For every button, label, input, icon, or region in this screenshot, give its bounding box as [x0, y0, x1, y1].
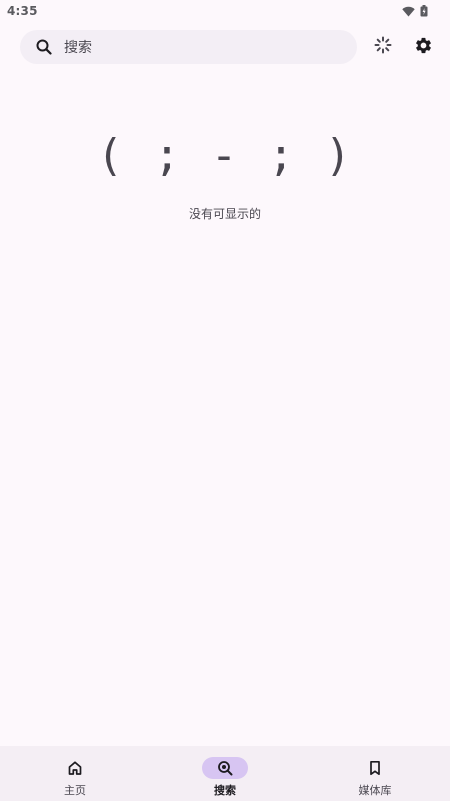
status-bar: 4:35 — [0, 0, 450, 22]
nav-label-home: 主页 — [64, 784, 86, 797]
home-icon — [52, 757, 98, 779]
wifi-icon — [402, 2, 415, 21]
search-bar[interactable]: 搜索 — [20, 30, 357, 64]
search-icon — [35, 38, 53, 56]
search-input[interactable]: 搜索 — [64, 37, 92, 57]
search-tab-icon — [202, 757, 248, 779]
loading-spinner-icon — [374, 36, 392, 58]
nav-item-home[interactable]: 主页 — [15, 746, 135, 798]
battery-icon — [420, 2, 428, 21]
status-icons — [402, 2, 428, 21]
nav-label-search: 搜索 — [214, 784, 236, 797]
nav-label-library: 媒体库 — [358, 784, 392, 797]
status-time: 4:35 — [7, 4, 38, 18]
bookmark-icon — [352, 757, 398, 779]
empty-state-message: 没有可显示的 — [188, 207, 261, 221]
loading-spinner-button[interactable] — [370, 34, 396, 60]
nav-item-search[interactable]: 搜索 — [165, 746, 285, 798]
nav-item-library[interactable]: 媒体库 — [315, 746, 435, 798]
settings-gear-icon — [414, 36, 433, 59]
app-screen: 4:35 搜索 (; - ;) 没有可显示的 主页 搜索 媒体库 — [0, 0, 450, 801]
empty-state-face: ( ; - ; ) — [96, 130, 354, 181]
bottom-navigation: 主页 搜索 媒体库 — [0, 746, 450, 801]
settings-button[interactable] — [410, 34, 436, 60]
